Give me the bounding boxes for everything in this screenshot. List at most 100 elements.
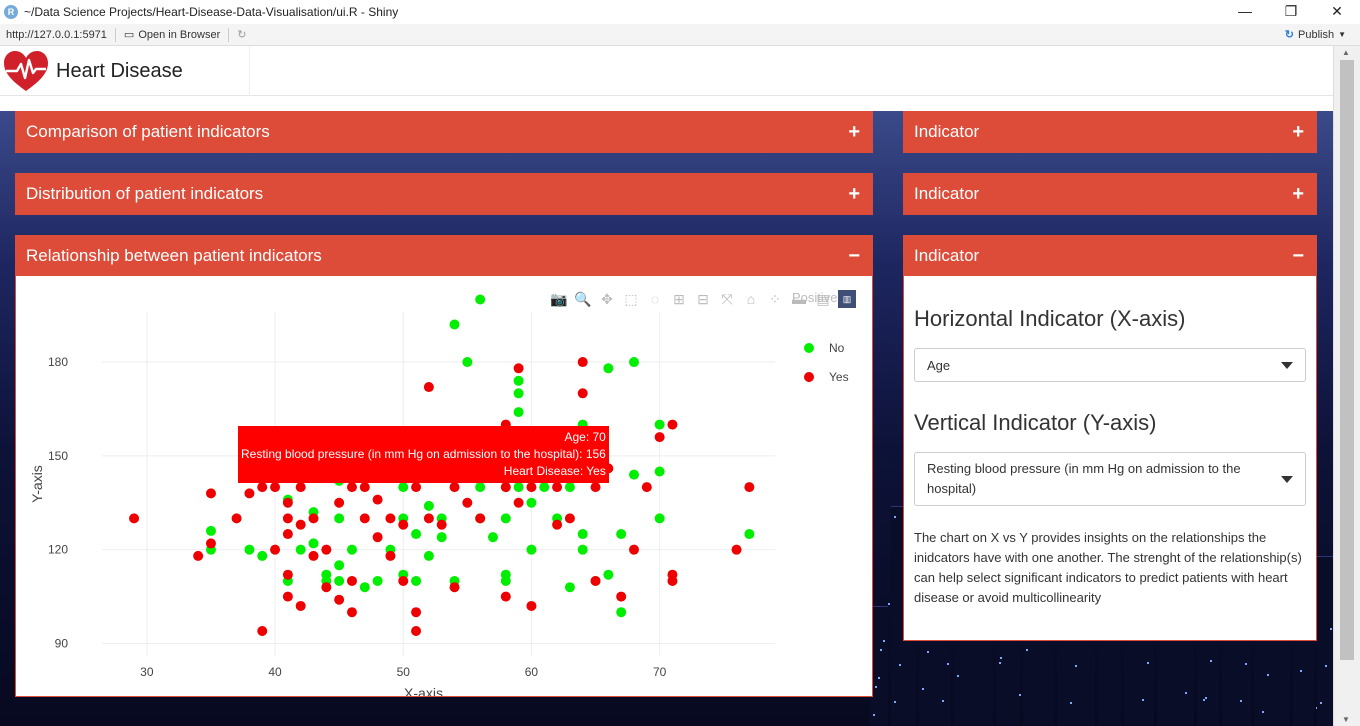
data-point-no[interactable] <box>487 532 498 543</box>
data-point-no[interactable] <box>295 544 306 555</box>
data-point-yes[interactable] <box>616 591 627 602</box>
data-point-yes[interactable] <box>295 600 306 611</box>
data-point-no[interactable] <box>423 550 434 561</box>
collapse-icon[interactable]: − <box>848 245 860 268</box>
data-point-yes[interactable] <box>423 382 434 393</box>
data-point-yes[interactable] <box>449 582 460 593</box>
data-point-no[interactable] <box>500 513 511 524</box>
scatter-chart[interactable]: 30 40 50 60 7090120150180X-axisY-axisPositiv… <box>16 276 872 701</box>
plotly-logo-icon[interactable]: ▥ <box>838 290 856 308</box>
data-point-yes[interactable] <box>346 575 357 586</box>
data-point-yes[interactable] <box>372 532 383 543</box>
data-point-no[interactable] <box>513 388 524 399</box>
data-point-yes[interactable] <box>449 482 460 493</box>
legend-label[interactable]: Yes <box>829 370 849 384</box>
data-point-no[interactable] <box>654 466 665 477</box>
hover-closest-icon[interactable]: ▬ <box>790 290 808 308</box>
scrollbar-thumb[interactable] <box>1340 60 1354 660</box>
data-point-yes[interactable] <box>205 538 216 549</box>
data-point-no[interactable] <box>462 357 473 368</box>
zoom-in-icon[interactable]: ⊞ <box>670 290 688 308</box>
data-point-yes[interactable] <box>334 594 345 605</box>
expand-icon[interactable]: + <box>848 121 860 144</box>
legend-label[interactable]: No <box>829 341 845 355</box>
home-icon[interactable]: ⌂ <box>742 290 760 308</box>
data-point-yes[interactable] <box>526 600 537 611</box>
relationship-box-header[interactable]: Relationship between patient indicators … <box>16 236 872 276</box>
data-point-no[interactable] <box>244 544 255 555</box>
data-point-yes[interactable] <box>257 625 268 636</box>
data-point-no[interactable] <box>539 482 550 493</box>
x-axis-select[interactable]: Age <box>914 348 1306 382</box>
restore-icon[interactable]: ❐ <box>1268 0 1314 24</box>
data-point-yes[interactable] <box>475 513 486 524</box>
data-point-yes[interactable] <box>372 494 383 505</box>
data-point-yes[interactable] <box>577 388 588 399</box>
data-point-yes[interactable] <box>564 513 575 524</box>
collapse-icon[interactable]: − <box>1292 245 1304 268</box>
data-point-yes[interactable] <box>423 513 434 524</box>
data-point-yes[interactable] <box>193 550 204 561</box>
close-icon[interactable]: ✕ <box>1314 0 1360 24</box>
data-point-yes[interactable] <box>129 513 140 524</box>
data-point-no[interactable] <box>744 529 755 540</box>
indicator-box-header[interactable]: Indicator − <box>904 236 1316 276</box>
expand-icon[interactable]: + <box>1292 183 1304 206</box>
data-point-yes[interactable] <box>359 482 370 493</box>
data-point-yes[interactable] <box>590 482 601 493</box>
data-point-yes[interactable] <box>552 482 563 493</box>
data-point-yes[interactable] <box>411 625 422 636</box>
data-point-yes[interactable] <box>552 519 563 530</box>
data-point-yes[interactable] <box>334 497 345 508</box>
data-point-yes[interactable] <box>282 591 293 602</box>
open-in-browser-button[interactable]: ▭ Open in Browser <box>124 28 220 42</box>
data-point-no[interactable] <box>616 607 627 618</box>
scroll-up-icon[interactable]: ▲ <box>1342 48 1350 57</box>
data-point-yes[interactable] <box>295 482 306 493</box>
data-point-no[interactable] <box>411 529 422 540</box>
data-point-no[interactable] <box>500 569 511 580</box>
publish-button[interactable]: ↻ Publish ▼ <box>1285 28 1346 42</box>
data-point-yes[interactable] <box>205 488 216 499</box>
data-point-no[interactable] <box>564 582 575 593</box>
data-point-yes[interactable] <box>385 550 396 561</box>
data-point-yes[interactable] <box>731 544 742 555</box>
data-point-no[interactable] <box>334 513 345 524</box>
data-point-no[interactable] <box>346 544 357 555</box>
data-point-no[interactable] <box>475 294 486 305</box>
scroll-down-icon[interactable]: ▼ <box>1342 715 1350 724</box>
expand-icon[interactable]: + <box>848 183 860 206</box>
zoom-icon[interactable]: 🔍 <box>574 290 592 308</box>
data-point-yes[interactable] <box>641 482 652 493</box>
data-point-yes[interactable] <box>321 544 332 555</box>
data-point-no[interactable] <box>334 560 345 571</box>
data-point-no[interactable] <box>334 575 345 586</box>
data-point-no[interactable] <box>577 544 588 555</box>
data-point-no[interactable] <box>564 482 575 493</box>
data-point-yes[interactable] <box>628 544 639 555</box>
data-point-yes[interactable] <box>462 497 473 508</box>
data-point-no[interactable] <box>449 319 460 330</box>
data-point-no[interactable] <box>475 482 486 493</box>
data-point-yes[interactable] <box>744 482 755 493</box>
indicator-box-header[interactable]: Indicator + <box>904 174 1316 214</box>
data-point-yes[interactable] <box>667 569 678 580</box>
data-point-yes[interactable] <box>590 575 601 586</box>
data-point-yes[interactable] <box>513 363 524 374</box>
data-point-no[interactable] <box>359 582 370 593</box>
pan-icon[interactable]: ✥ <box>598 290 616 308</box>
data-point-no[interactable] <box>513 375 524 386</box>
data-point-yes[interactable] <box>282 513 293 524</box>
camera-icon[interactable]: 📷 <box>550 290 568 308</box>
data-point-yes[interactable] <box>282 497 293 508</box>
data-point-no[interactable] <box>513 407 524 418</box>
comparison-box-header[interactable]: Comparison of patient indicators + <box>16 112 872 152</box>
data-point-yes[interactable] <box>257 482 268 493</box>
scatter-plot[interactable]: 30 40 50 60 70 90 120 150 180 X-axis Y-axis Positiv… <box>16 276 872 701</box>
data-point-yes[interactable] <box>321 582 332 593</box>
data-point-yes[interactable] <box>577 357 588 368</box>
data-point-no[interactable] <box>513 482 524 493</box>
data-point-yes[interactable] <box>346 482 357 493</box>
expand-icon[interactable]: + <box>1292 121 1304 144</box>
data-point-yes[interactable] <box>398 575 409 586</box>
